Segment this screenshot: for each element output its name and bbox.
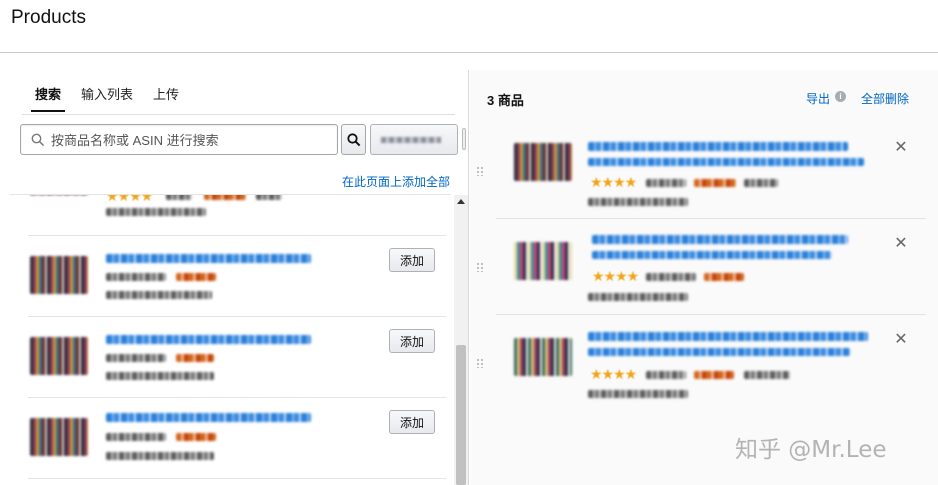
product-title-line-2[interactable]	[588, 348, 850, 356]
product-thumbnail	[514, 143, 572, 181]
close-icon[interactable]: ✕	[894, 236, 908, 252]
product-thumbnail	[514, 338, 572, 376]
info-icon[interactable]: i	[835, 91, 846, 102]
product-price	[176, 273, 216, 281]
rating-stars-icon: ★★★★	[590, 174, 637, 190]
scroll-up-arrow-icon[interactable]	[457, 199, 465, 204]
product-title-line-2[interactable]	[592, 251, 832, 259]
product-thumbnail[interactable]	[30, 418, 88, 456]
product-title-link[interactable]	[588, 332, 868, 341]
page-title: Products	[11, 7, 86, 28]
export-link[interactable]: 导出	[806, 90, 830, 107]
close-icon[interactable]: ✕	[894, 140, 908, 156]
product-brand	[106, 354, 166, 362]
product-brand	[106, 433, 166, 441]
search-field[interactable]	[20, 124, 338, 155]
tabs-divider	[22, 114, 455, 115]
list-item: 添加	[28, 317, 446, 398]
product-title-link[interactable]	[106, 254, 311, 263]
product-brand	[106, 273, 166, 281]
search-icon	[31, 133, 45, 147]
results-scrollbar[interactable]	[454, 195, 468, 485]
selected-products-panel: 3 商品 导出 i 全部删除 ★★★★ ✕ ★★★★ ✕ ★★★★ ✕	[470, 70, 938, 485]
filter-dropdown[interactable]	[370, 124, 458, 155]
product-thumbnail[interactable]	[30, 337, 88, 375]
product-price	[694, 179, 736, 187]
list-item: ★★★★	[28, 195, 446, 236]
page-header: Products	[0, 0, 938, 53]
drag-handle-icon[interactable]	[476, 166, 484, 176]
product-title-line-2[interactable]	[588, 158, 864, 166]
rating-count	[646, 371, 686, 379]
search-results-list: ★★★★ 添加 添加 添加	[10, 195, 454, 485]
product-title-link[interactable]	[588, 142, 848, 151]
product-meta	[256, 195, 282, 200]
add-all-on-page-link[interactable]: 在此页面上添加全部	[342, 173, 450, 190]
product-meta	[744, 371, 790, 379]
add-button[interactable]: 添加	[389, 248, 435, 272]
scrollbar-thumb[interactable]	[456, 345, 466, 485]
product-asin	[588, 293, 688, 301]
product-title-link[interactable]	[106, 335, 311, 344]
product-price	[176, 433, 216, 441]
tab-input-list[interactable]: 输入列表	[81, 84, 133, 103]
product-meta	[744, 179, 778, 187]
tab-upload[interactable]: 上传	[153, 84, 179, 103]
rating-count	[646, 179, 686, 187]
product-asin	[588, 390, 688, 398]
product-price	[704, 273, 744, 281]
product-asin	[588, 198, 688, 206]
product-price	[176, 354, 214, 362]
list-item: 添加	[28, 236, 446, 317]
product-price	[204, 195, 246, 200]
rating-stars-icon: ★★★★	[106, 195, 153, 204]
selected-item: ★★★★ ✕	[476, 124, 926, 219]
product-title-link[interactable]	[106, 413, 311, 422]
rating-stars-icon: ★★★★	[590, 366, 637, 382]
rating-count	[166, 195, 192, 200]
search-icon	[346, 132, 360, 146]
filter-dropdown-edge	[462, 128, 466, 150]
product-thumbnail[interactable]	[30, 256, 88, 294]
rating-stars-icon: ★★★★	[592, 268, 639, 284]
add-button[interactable]: 添加	[389, 329, 435, 353]
delete-all-link[interactable]: 全部删除	[861, 90, 909, 107]
filter-dropdown-value	[381, 137, 441, 143]
watermark: 知乎 @Mr.Lee	[735, 437, 887, 463]
drag-handle-icon[interactable]	[476, 358, 484, 368]
add-button[interactable]: 添加	[389, 410, 435, 434]
search-panel: 搜索 输入列表 上传 在此页面上添加全部 ★★★★	[0, 70, 469, 485]
selected-item: ★★★★ ✕	[476, 220, 926, 315]
selected-item: ★★★★ ✕	[476, 316, 926, 411]
product-asin	[106, 372, 214, 380]
product-title-link[interactable]	[592, 235, 848, 244]
list-item: 添加	[28, 398, 446, 479]
selected-count: 3 商品	[487, 93, 524, 108]
rating-count	[646, 273, 696, 281]
tab-search[interactable]: 搜索	[30, 84, 66, 112]
search-input[interactable]	[51, 129, 331, 151]
product-asin	[106, 208, 206, 216]
close-icon[interactable]: ✕	[894, 332, 908, 348]
search-button[interactable]	[341, 124, 366, 155]
product-thumbnail	[514, 242, 572, 280]
product-price	[694, 371, 734, 379]
product-asin	[106, 452, 214, 460]
drag-handle-icon[interactable]	[476, 262, 484, 272]
product-asin	[106, 291, 212, 299]
